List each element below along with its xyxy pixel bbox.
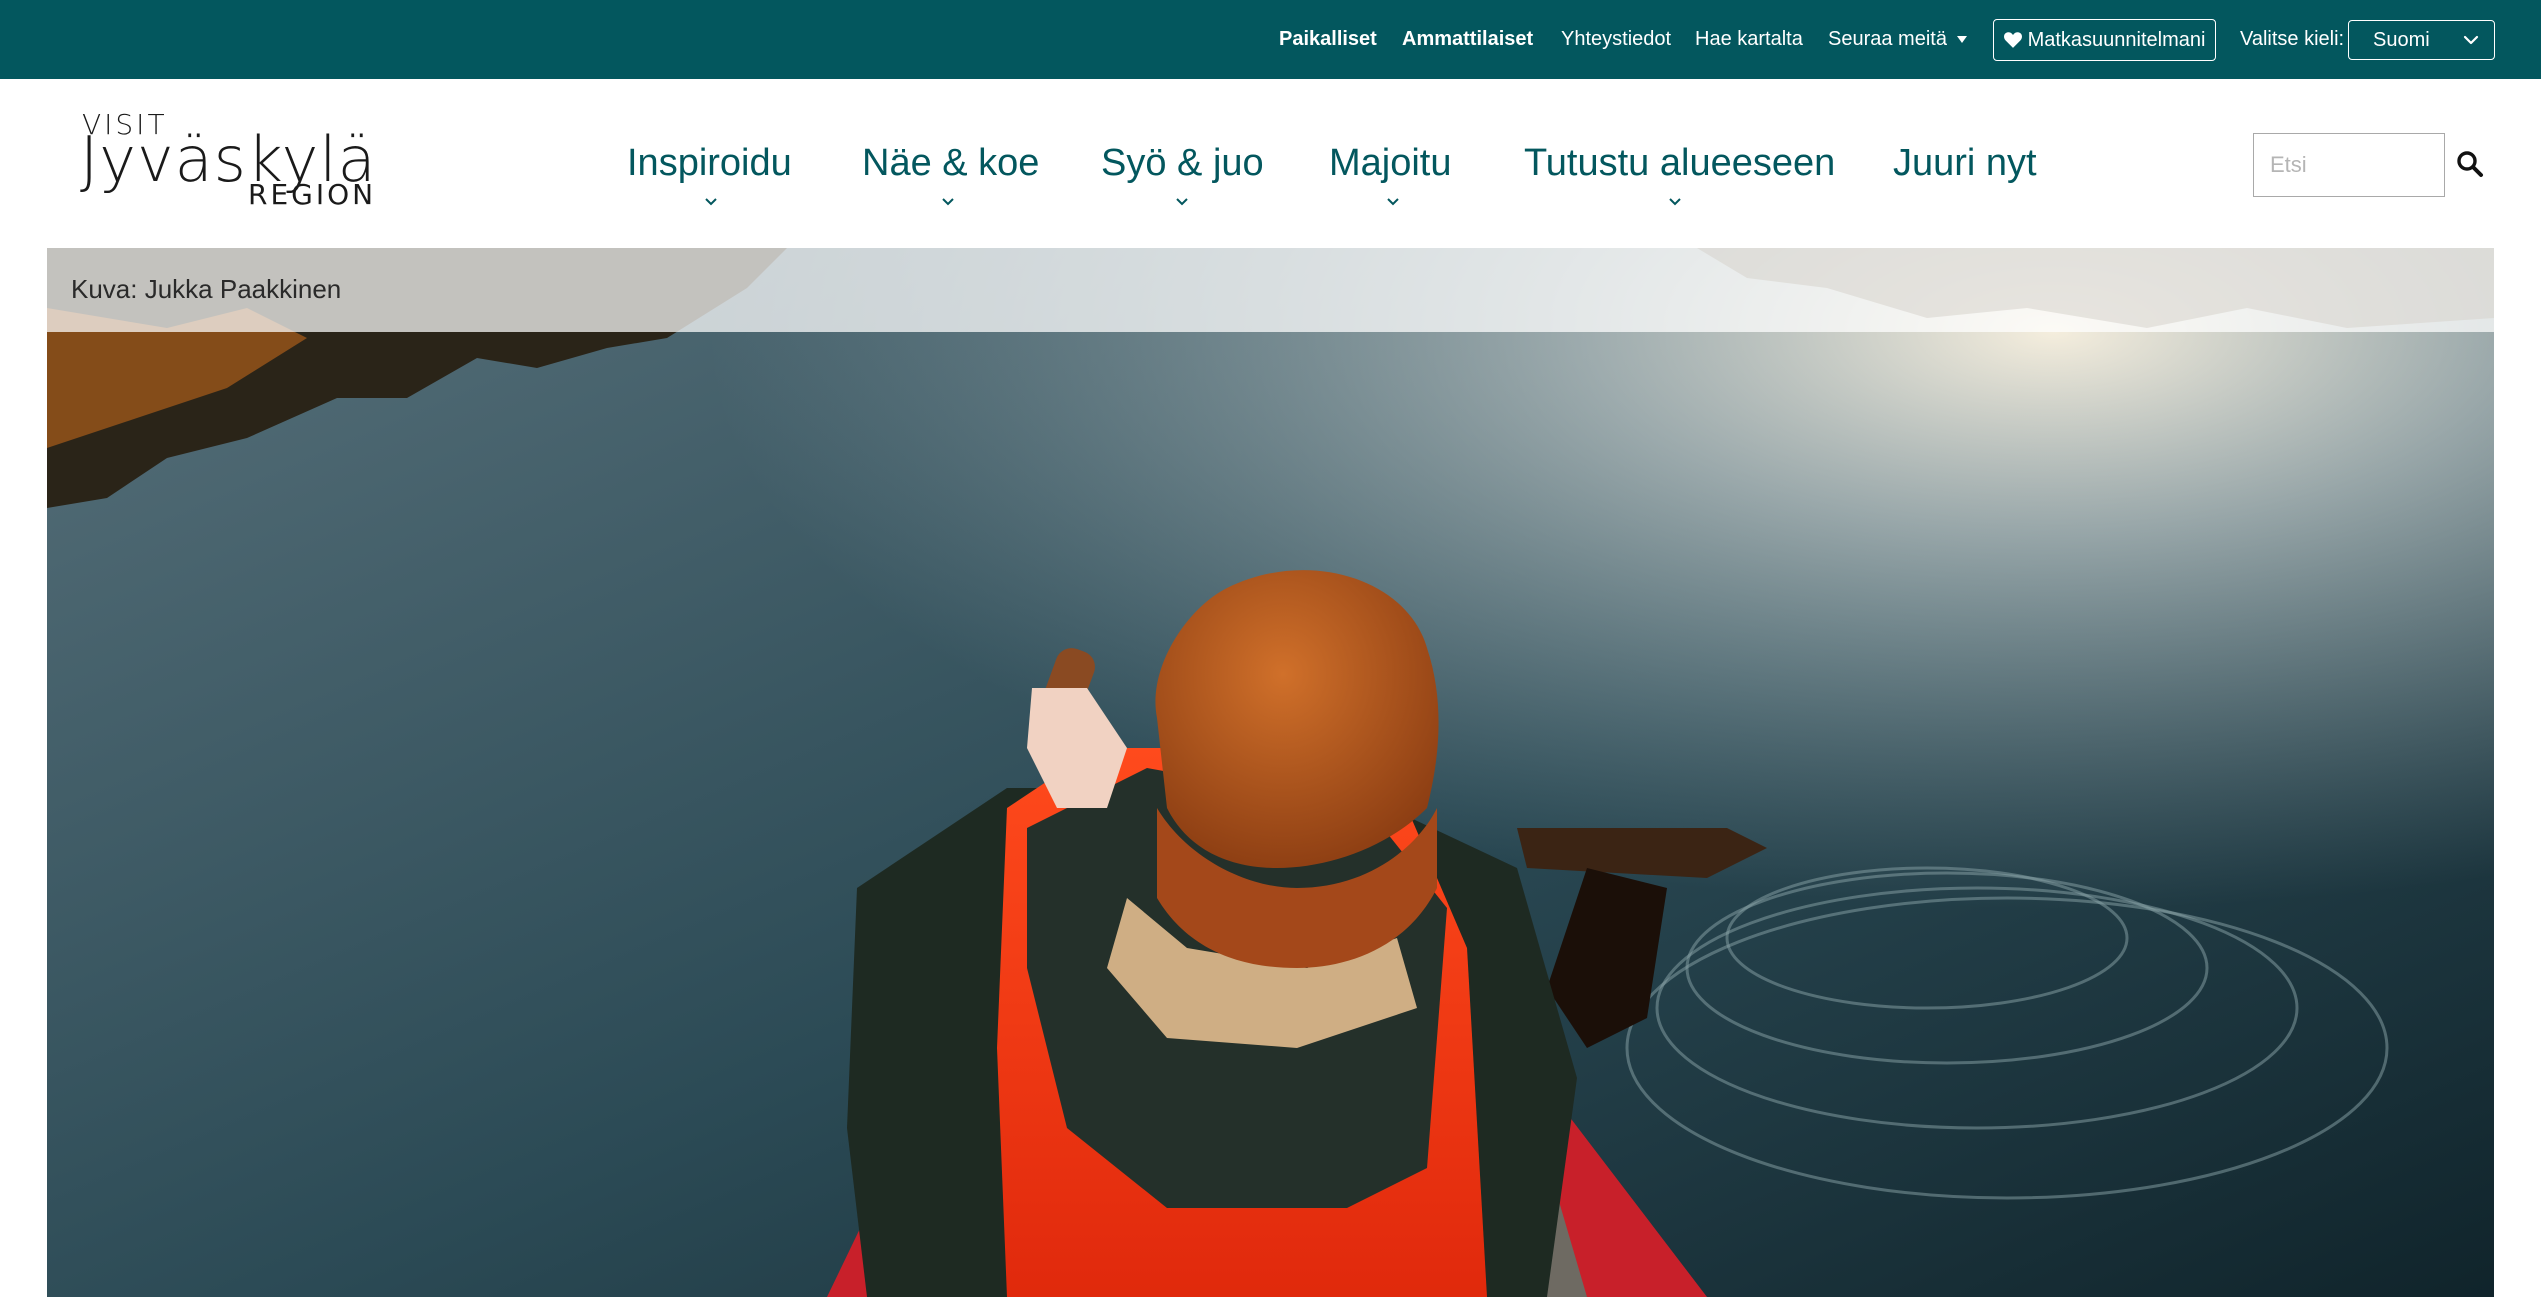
topbar-link-contact[interactable]: Yhteystiedot [1561,26,1671,52]
trip-planner-button[interactable]: Matkasuunnitelmani [1993,19,2216,61]
topbar-link-locals[interactable]: Paikalliset [1279,26,1377,52]
topbar-link-map-search[interactable]: Hae kartalta [1695,26,1803,52]
main-header: VISIT Jyväskylä REGION Inspiroidu Näe & … [0,79,2541,248]
nav-item-syo-juo[interactable]: Syö & juo [1101,141,1264,185]
follow-us-label: Seuraa meitä [1828,28,1947,50]
nav-item-juuri-nyt[interactable]: Juuri nyt [1893,141,2037,185]
nav-item-inspiroidu[interactable]: Inspiroidu [627,141,792,185]
chevron-down-icon[interactable] [1385,196,1401,208]
hero-image: Kuva: Jukka Paakkinen [47,248,2494,1297]
search-input[interactable] [2253,133,2445,197]
visit-jyvaskyla-logo[interactable]: VISIT Jyväskylä REGION [80,109,380,219]
chevron-down-icon[interactable] [703,196,719,208]
nav-item-majoitu[interactable]: Majoitu [1329,141,1452,185]
heart-icon [2003,32,2022,48]
nav-item-tutustu-alueeseen[interactable]: Tutustu alueeseen [1524,141,1835,185]
nav-item-nae-koe[interactable]: Näe & koe [862,141,1039,185]
top-utility-bar: Paikalliset Ammattilaiset Yhteystiedot H… [0,0,2541,79]
chevron-down-icon[interactable] [1174,196,1190,208]
canoe-lake-photo [47,248,2494,1297]
photo-credit-bar: Kuva: Jukka Paakkinen [47,248,2494,332]
language-label: Valitse kieli: [2240,28,2345,50]
search-icon[interactable] [2456,150,2484,178]
language-value: Suomi [2373,28,2430,51]
chevron-down-icon [2463,35,2479,45]
topbar-follow-dropdown[interactable]: Seuraa meitä [1828,26,1967,52]
chevron-down-icon[interactable] [940,196,956,208]
topbar-link-professionals[interactable]: Ammattilaiset [1402,26,1533,52]
chevron-down-icon[interactable] [1667,196,1683,208]
caret-down-icon [1956,35,1967,43]
logo-region-text: REGION [248,178,377,211]
photo-credit: Kuva: Jukka Paakkinen [71,274,342,304]
trip-planner-label: Matkasuunnitelmani [2027,28,2206,51]
language-select[interactable]: Suomi [2348,20,2495,60]
